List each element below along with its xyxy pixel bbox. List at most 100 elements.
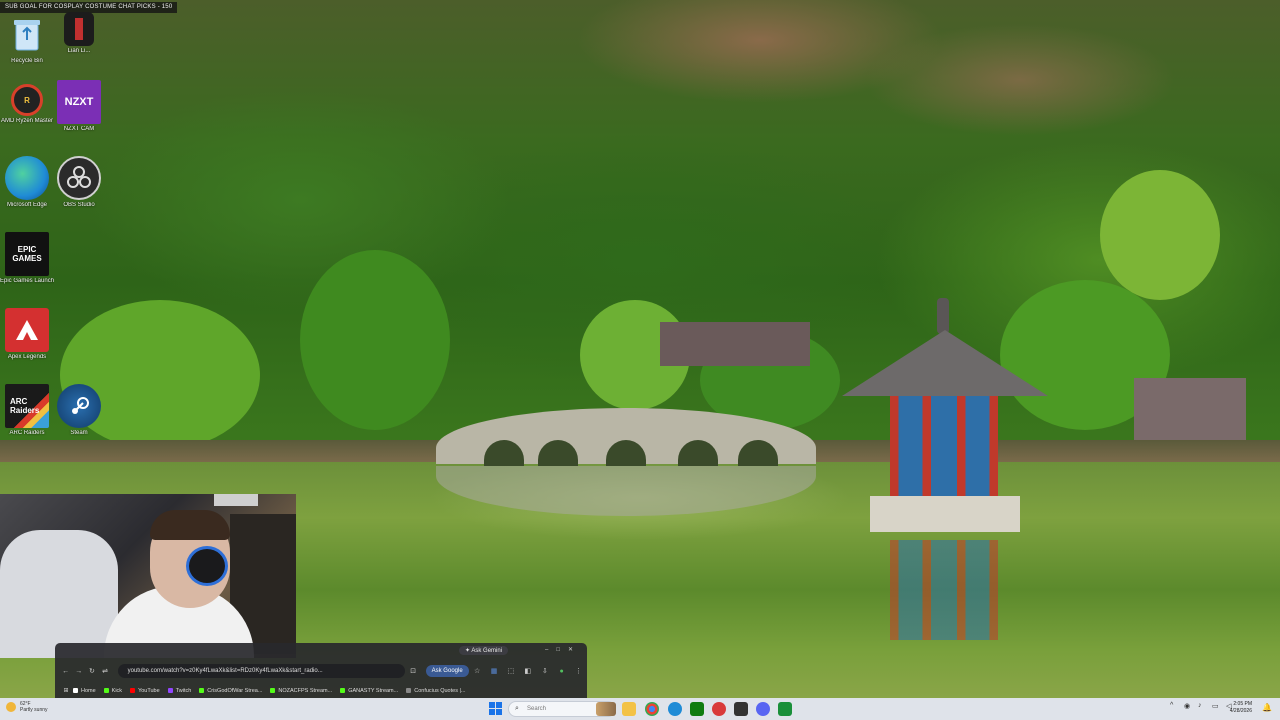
bookmarks-bar: ⊞ Home Kick YouTube Twitch CrisGodOfWar … — [55, 683, 587, 698]
desktop-icon-label: Epic Games Launcher — [0, 278, 54, 284]
windows-logo-icon — [489, 702, 495, 708]
streamerbot-icon[interactable] — [712, 702, 726, 716]
search-icon: ⌕ — [515, 705, 519, 712]
headset-icon — [186, 546, 228, 586]
back-icon[interactable]: ← — [59, 668, 72, 675]
network-icon[interactable]: ▭ — [1212, 702, 1219, 710]
desktop-icon-label: Recycle Bin — [11, 58, 43, 64]
weather-widget[interactable]: 62°F Partly sunny — [6, 701, 48, 713]
taskbar: 62°F Partly sunny ⌕ Search ^ ◉ ♪ ▭ ◁ 2:0… — [0, 698, 1280, 720]
bookmark-star-icon[interactable]: ☆ — [469, 667, 486, 675]
address-bar[interactable]: youtube.com/watch?v=z0Ky4fLwaXk&list=RDz… — [117, 664, 405, 678]
recycle-bin-icon — [5, 12, 49, 56]
menu-icon[interactable]: ⋮ — [570, 667, 587, 675]
pavilion-finial — [937, 298, 949, 334]
discord-icon[interactable] — [756, 702, 770, 716]
small-pavilion — [1134, 378, 1246, 440]
profile-icon[interactable]: ● — [553, 668, 570, 675]
extension-icon[interactable]: ▦ — [486, 667, 503, 675]
mic-icon[interactable]: ♪ — [1198, 702, 1202, 709]
forward-icon[interactable]: → — [72, 668, 85, 675]
weather-desc: Partly sunny — [20, 707, 48, 713]
puzzle-icon[interactable]: ⬚ — [502, 667, 519, 675]
home-icon — [73, 688, 78, 693]
pavilion-body — [890, 396, 998, 496]
install-app-icon[interactable]: ⊡ — [405, 667, 422, 675]
kick-icon — [340, 688, 346, 693]
desktop-icon-label: Microsoft Edge — [6, 202, 48, 208]
tree — [300, 250, 450, 430]
youtube-icon — [130, 688, 136, 693]
file-explorer-icon[interactable] — [622, 702, 636, 716]
desktop-icon-label: OBS Studio — [63, 202, 95, 208]
ask-google-button[interactable]: Ask Google — [425, 665, 469, 677]
desktop-icon-epic-games[interactable]: EPIC GAMES Epic Games Launcher — [0, 232, 54, 304]
temple-hall — [660, 322, 810, 366]
bookmark-kick[interactable]: Kick — [103, 688, 122, 694]
desktop-icon-label: AMD Ryzen Master — [0, 118, 53, 124]
pavilion-base — [870, 496, 1020, 532]
browser-window[interactable]: ✦ Ask Gemini –□✕ ← → ↻ ⇌ youtube.com/wat… — [55, 643, 587, 698]
reload-icon[interactable]: ↻ — [85, 667, 98, 675]
amd-ryzen-master-icon: R — [11, 84, 43, 116]
desktop-icon-amd-ryzen-master[interactable]: R AMD Ryzen Master — [0, 84, 54, 156]
desktop-icon-nzxt-cam[interactable]: NZXT NZXT CAM — [52, 80, 106, 152]
xbox-icon[interactable] — [690, 702, 704, 716]
ask-gemini-button[interactable]: ✦ Ask Gemini — [459, 646, 509, 655]
system-clock[interactable]: 2:05 PM 4/28/2026 — [1230, 701, 1252, 715]
desktop-icon-label: Apex Legends — [7, 354, 47, 360]
partly-sunny-icon — [6, 702, 16, 712]
desktop-icon-recycle-bin[interactable]: Recycle Bin — [0, 12, 54, 84]
task-view-icon[interactable] — [596, 702, 616, 716]
webcam-wall-frame — [214, 494, 258, 506]
bookmark-nozacfps[interactable]: NOZACFPS Stream... — [270, 688, 332, 694]
edge-icon — [5, 156, 49, 200]
chevron-up-icon[interactable]: ^ — [1170, 702, 1173, 709]
desktop-icon-arc-raiders[interactable]: ARC Raiders ARC Raiders — [0, 384, 54, 456]
desktop-icon-microsoft-edge[interactable]: Microsoft Edge — [0, 156, 54, 228]
apex-legends-icon — [5, 308, 49, 352]
steam-icon — [57, 384, 101, 428]
site-info-icon[interactable]: ⇌ — [98, 667, 111, 675]
desktop-icon-lian-li[interactable]: Lian Li... — [52, 12, 106, 84]
epic-games-icon: EPIC GAMES — [5, 232, 49, 276]
kick-icon — [270, 688, 276, 693]
nzxt-cam-icon: NZXT — [57, 80, 101, 124]
desktop-icon-label: NZXT CAM — [63, 126, 95, 132]
apps-grid-icon[interactable]: ⊞ — [59, 687, 73, 694]
bookmark-ganasty[interactable]: GANASTY Stream... — [340, 688, 398, 694]
webcam-chair — [0, 530, 118, 658]
start-button[interactable] — [489, 702, 503, 716]
desktop-icon-label: Steam — [70, 430, 88, 436]
app-green-icon[interactable] — [778, 702, 792, 716]
chrome-icon[interactable] — [645, 702, 659, 716]
pavilion-reflection — [890, 540, 998, 640]
desktop-icon-steam[interactable]: Steam — [52, 384, 106, 456]
obs-taskbar-icon[interactable] — [734, 702, 748, 716]
globe-icon — [406, 688, 412, 693]
bookmark-home[interactable]: Home — [73, 688, 96, 694]
bookmark-youtube[interactable]: YouTube — [130, 688, 160, 694]
arc-raiders-icon: ARC Raiders — [5, 384, 49, 428]
kick-icon — [199, 688, 205, 693]
edge-taskbar-icon[interactable] — [668, 702, 682, 716]
browser-title-bar: ✦ Ask Gemini –□✕ — [55, 643, 587, 659]
webcam-overlay — [0, 494, 296, 658]
window-controls[interactable]: –□✕ — [545, 646, 581, 653]
tray-app-icon[interactable]: ◉ — [1184, 702, 1190, 710]
webcam-streamer-hair — [150, 510, 230, 540]
desktop-icon-label: ARC Raiders — [9, 430, 45, 436]
notification-bell-icon[interactable]: 🔔 — [1262, 703, 1272, 712]
browser-toolbar: ← → ↻ ⇌ youtube.com/watch?v=z0Ky4fLwaXk&… — [55, 659, 587, 683]
bookmark-confucius[interactable]: Confucius Quotes |... — [406, 688, 466, 694]
tree — [1100, 170, 1220, 300]
sidepanel-icon[interactable]: ◧ — [519, 667, 536, 675]
desktop-icon-label: Lian Li... — [67, 48, 91, 54]
downloads-icon[interactable]: ⇩ — [536, 667, 553, 675]
twitch-icon — [167, 688, 173, 693]
desktop-icon-obs-studio[interactable]: OBS Studio — [52, 156, 106, 228]
obs-studio-icon — [57, 156, 101, 200]
bookmark-twitch[interactable]: Twitch — [167, 688, 191, 694]
desktop-icon-apex-legends[interactable]: Apex Legends — [0, 308, 54, 380]
bookmark-crisgodofwar[interactable]: CrisGodOfWar Strea... — [199, 688, 262, 694]
